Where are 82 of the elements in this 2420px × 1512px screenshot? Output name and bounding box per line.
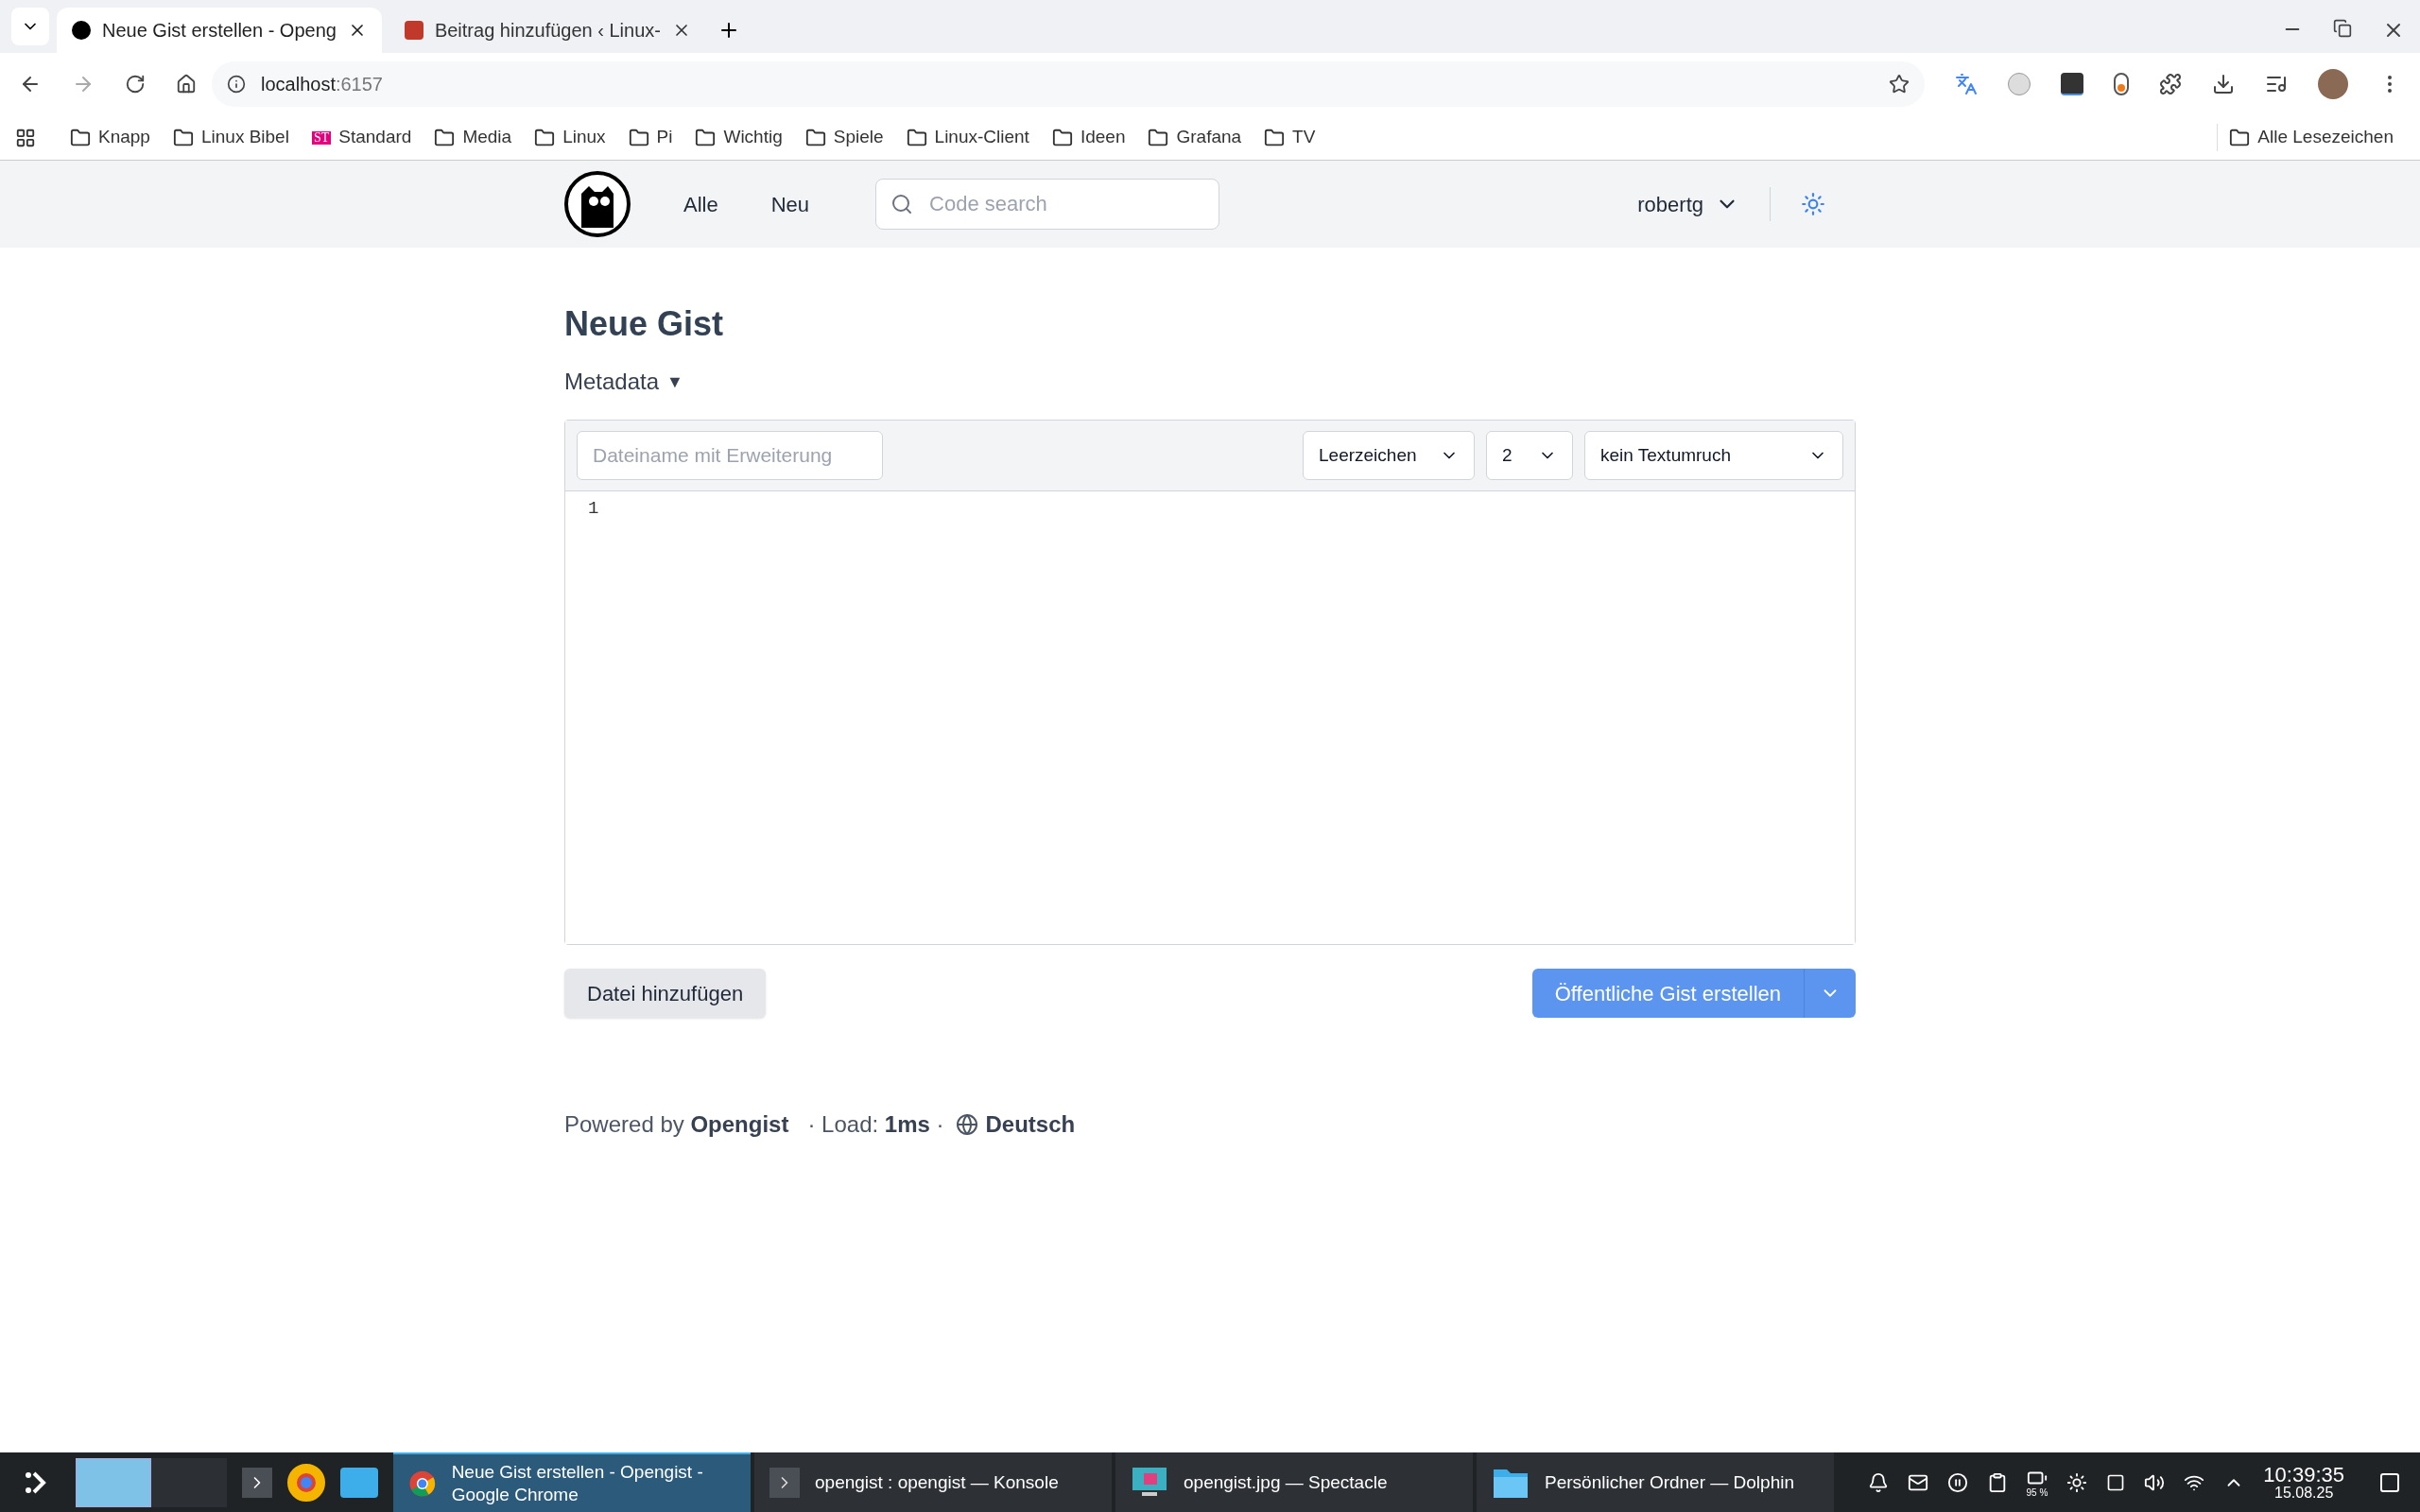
bookmark-item[interactable]: Ideen — [1040, 120, 1137, 155]
site-favicon-icon: ST — [311, 130, 332, 145]
nav-link[interactable]: Neu — [770, 188, 810, 220]
caret-icon[interactable]: ▼ — [666, 369, 683, 395]
folder-icon — [1148, 127, 1169, 148]
taskbar-task[interactable]: Neue Gist erstellen - Opengist - Google Chrome — [393, 1452, 751, 1512]
clock-time: 10:39:35 — [2263, 1464, 2344, 1486]
page-title: Neue Gist — [564, 303, 725, 345]
extension-icon[interactable] — [2061, 73, 2083, 95]
notification-icon[interactable] — [1867, 1471, 1889, 1493]
tab-title: Beitrag hinzufügen ‹ Linux- — [434, 19, 661, 43]
restore-icon[interactable] — [2333, 19, 2352, 38]
folder-icon — [70, 127, 91, 148]
device-icon[interactable] — [2106, 1472, 2126, 1492]
folder-icon — [628, 127, 649, 148]
folder-icon — [1051, 127, 1073, 148]
apps-icon[interactable] — [15, 127, 36, 148]
bookmark-item[interactable]: Linux Bibel — [161, 120, 301, 155]
browser-tab[interactable]: Beitrag hinzufügen ‹ Linux- — [389, 8, 706, 53]
bookmark-item[interactable]: Grafana — [1136, 120, 1253, 155]
tab-favicon-icon — [72, 21, 91, 40]
folder-icon — [1264, 127, 1286, 148]
language-link[interactable]: Deutsch — [985, 1108, 1076, 1142]
bookmark-item[interactable]: ST Standard — [300, 120, 424, 155]
folder-icon — [534, 127, 556, 148]
folder-icon — [695, 127, 717, 148]
translate-icon[interactable] — [1955, 73, 1978, 95]
tab-title: Neue Gist erstellen - Openg — [102, 19, 337, 43]
home-icon[interactable] — [176, 74, 197, 94]
select-field[interactable]: 2 — [1486, 431, 1573, 480]
bookmark-item[interactable]: TV — [1253, 120, 1327, 155]
bookmark-item[interactable]: Pi — [616, 120, 684, 155]
extension-icon[interactable] — [2114, 73, 2129, 95]
show-desktop-icon[interactable] — [2378, 1470, 2401, 1494]
add-file-button[interactable]: Datei hinzufügen — [564, 969, 767, 1018]
search-field[interactable]: Code search — [875, 179, 1220, 230]
taskbar-task[interactable]: Persönlicher Ordner — Dolphin — [1477, 1452, 1834, 1512]
url-text: localhost:6157 — [261, 73, 383, 96]
bookmark-item[interactable]: Alle Lesezeichen — [2217, 124, 2405, 151]
select-field[interactable]: Leerzeichen — [1303, 431, 1475, 480]
powered-by-text: Powered by Opengist — [564, 1110, 789, 1139]
clock-date: 15.08.25 — [2274, 1485, 2334, 1501]
reload-icon[interactable] — [125, 74, 146, 94]
load-time-text: · Load: 1ms · — [807, 1110, 944, 1139]
taskbar-task[interactable]: opengist.jpg — Spectacle — [1115, 1452, 1473, 1512]
metadata-toggle[interactable]: Metadata — [564, 365, 660, 399]
folder-icon — [434, 127, 456, 148]
nav-link[interactable]: Alle — [683, 188, 718, 220]
bookmark-item[interactable]: Linux — [523, 120, 617, 155]
brightness-icon[interactable] — [2066, 1471, 2088, 1493]
address-bar[interactable]: localhost:6157 — [212, 61, 1925, 107]
terminal-icon — [769, 1467, 800, 1498]
bookmark-item[interactable]: Linux-Client — [894, 120, 1041, 155]
user-menu[interactable]: robertg — [1637, 188, 1739, 220]
select-field[interactable]: kein Textumruch — [1584, 431, 1843, 480]
taskbar-task[interactable]: opengist : opengist — Konsole — [754, 1452, 1112, 1512]
cat-logo-icon[interactable] — [564, 171, 631, 237]
info-icon[interactable] — [227, 75, 246, 94]
bookmark-item[interactable]: Media — [423, 120, 524, 155]
search-icon — [890, 193, 914, 215]
folder-icon — [172, 127, 194, 148]
folder-icon — [804, 127, 826, 148]
folder-icon — [906, 127, 927, 148]
files-launcher-icon[interactable] — [340, 1467, 378, 1498]
terminal-launcher-icon[interactable] — [242, 1467, 272, 1498]
tab-favicon-icon — [404, 21, 424, 40]
bookmark-item[interactable]: Knapp — [59, 120, 162, 155]
filename-field[interactable]: Dateiname mit Erweiterung — [577, 431, 883, 480]
avatar-icon[interactable] — [2318, 69, 2348, 99]
line-number: 1 — [588, 497, 600, 521]
desktop-pager[interactable] — [76, 1457, 227, 1507]
media-pause-icon[interactable] — [1946, 1471, 1968, 1493]
battery-text: 95 % — [2026, 1487, 2048, 1498]
bookmark-item[interactable]: Wichtig — [683, 120, 794, 155]
browser-tab[interactable]: Neue Gist erstellen - Openg — [57, 8, 382, 53]
puzzle-icon[interactable] — [2159, 73, 2182, 95]
theme-toggle-icon[interactable] — [1801, 192, 1825, 216]
download-icon[interactable] — [2212, 73, 2235, 95]
folder-icon — [2229, 127, 2251, 148]
globe-icon — [955, 1113, 978, 1136]
bookmark-star-icon[interactable] — [1889, 74, 1910, 94]
bookmark-item[interactable]: Spiele — [793, 120, 895, 155]
